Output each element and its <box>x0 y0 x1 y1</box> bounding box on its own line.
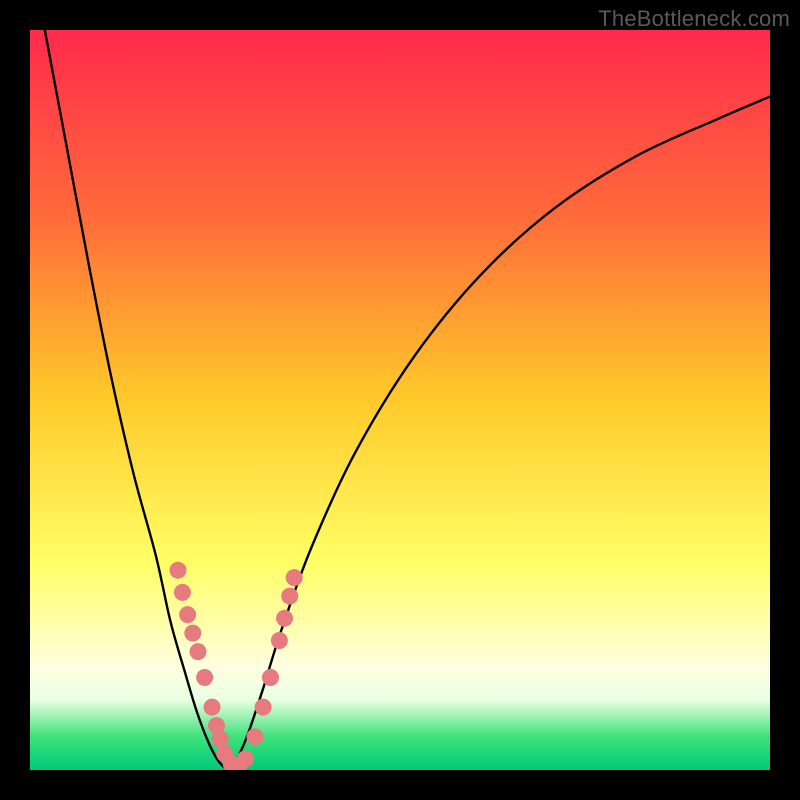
marker-dot <box>276 610 293 627</box>
bottleneck-chart <box>30 30 770 770</box>
marker-dot <box>255 699 272 716</box>
marker-dot <box>246 728 263 745</box>
watermark-text: TheBottleneck.com <box>598 6 790 32</box>
marker-dot <box>196 669 213 686</box>
marker-dot <box>184 625 201 642</box>
marker-dot <box>189 643 206 660</box>
marker-dot <box>212 730 229 747</box>
marker-dot <box>170 562 187 579</box>
marker-dot <box>262 669 279 686</box>
marker-dot <box>174 584 191 601</box>
gradient-background <box>30 30 770 770</box>
marker-dot <box>179 606 196 623</box>
marker-dot <box>271 632 288 649</box>
marker-dot <box>204 699 221 716</box>
marker-dot <box>286 569 303 586</box>
plot-area <box>30 30 770 770</box>
chart-frame: TheBottleneck.com <box>0 0 800 800</box>
marker-dot <box>237 750 254 767</box>
marker-dot <box>281 588 298 605</box>
